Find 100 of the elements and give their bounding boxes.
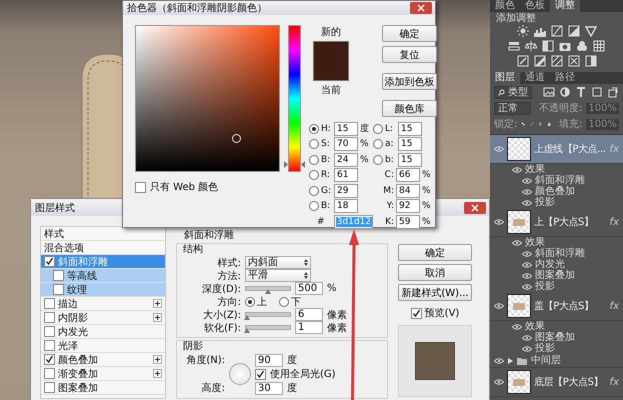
dialog-button[interactable]: 确定 [398,244,472,261]
balance-icon[interactable] [525,40,537,52]
slider-thumb[interactable] [265,289,271,294]
radio-button[interactable] [309,201,319,212]
checkbox[interactable] [44,312,55,323]
image-filter-icon[interactable] [543,86,555,98]
circle-filter-icon[interactable] [559,86,571,98]
style-list-item[interactable]: 内发光 [41,325,165,339]
eye-icon[interactable] [522,272,532,278]
gradient-square-icon[interactable] [534,55,546,67]
diagonal-square-icon[interactable] [550,55,562,67]
half-square-icon[interactable] [542,40,554,52]
dialog-button[interactable]: 添加到色板 [382,73,437,90]
slider-track[interactable] [245,312,291,317]
sun-icon[interactable] [516,25,528,37]
filter-dropdown[interactable]: 类型 [494,86,532,98]
layer-row[interactable]: 上【P大点S】 fx [490,208,623,237]
checkbox[interactable] [44,340,55,351]
checkbox[interactable] [44,326,55,337]
plus-icon[interactable] [153,313,162,322]
color-marker[interactable] [232,134,241,143]
eye-icon[interactable] [494,146,504,152]
eye-icon[interactable] [494,358,504,364]
close-icon[interactable] [464,202,486,214]
blend-mode-dropdown[interactable]: 正常 [494,102,532,114]
style-list-item[interactable]: 纹理 [41,283,165,297]
radio-button[interactable] [245,296,255,306]
radio-button[interactable] [373,139,383,150]
eye-icon[interactable] [512,166,522,172]
checkbox[interactable] [44,354,55,365]
panel-tab[interactable]: 图层 [490,72,520,84]
input-field[interactable]: 84 [396,184,420,198]
style-list-item[interactable]: 等高线 [41,269,165,283]
effects-badge[interactable]: fx [610,376,621,388]
radio-button[interactable] [309,186,319,196]
input-field[interactable]: 70 [334,137,358,152]
color-field[interactable] [135,25,280,172]
close-icon[interactable] [410,2,432,14]
slider-thumb[interactable] [244,315,250,320]
eye-icon[interactable] [522,346,532,352]
checkbox[interactable] [44,298,55,309]
checkbox[interactable] [410,308,422,318]
dialog-button[interactable]: 新建样式(W)... [398,284,472,301]
caret-icon[interactable] [508,358,513,364]
input-field[interactable]: 15 [398,137,422,152]
smart-object-filter-icon[interactable] [607,86,619,98]
input-field[interactable]: 500 [295,282,323,295]
effects-badge[interactable]: fx [610,216,621,228]
eye-icon[interactable] [522,250,532,256]
radio-button[interactable] [279,296,289,306]
panel-tab[interactable]: 通道 [520,72,550,84]
plus-icon[interactable] [153,299,162,308]
eye-icon[interactable] [522,200,532,206]
gradient-bar-icon[interactable] [584,55,596,67]
dialog-button[interactable]: 颜色库 [382,100,437,117]
circles-icon[interactable] [576,40,588,52]
slider-thumb[interactable] [244,328,250,333]
input-field[interactable]: 24 [334,152,358,167]
eye-icon[interactable] [522,334,532,340]
style-list-item[interactable]: 图案叠加 [41,381,165,395]
grid-icon[interactable] [593,40,605,52]
style-list-item[interactable]: 颜色叠加 [41,353,165,367]
radio-button[interactable] [309,154,319,165]
eye-icon[interactable] [494,379,504,385]
layer-row[interactable]: 上虚线【P大点... fx [490,135,623,164]
eye-icon[interactable] [522,188,532,194]
input-field[interactable]: 15 [398,152,422,167]
triangle-icon[interactable] [584,25,596,37]
checkbox[interactable] [53,284,64,295]
panel-tab[interactable]: 调整 [550,0,580,12]
input-field[interactable]: 90 [255,354,283,366]
checkbox[interactable] [53,270,64,281]
dialog-button[interactable]: 取消 [398,264,472,281]
panel-tab[interactable]: 色板 [520,0,550,12]
radio-button[interactable] [373,154,383,165]
input-field[interactable]: 61 [334,168,358,182]
eye-icon[interactable] [494,219,504,225]
eye-icon[interactable] [512,324,522,330]
input-field[interactable]: 15 [398,122,422,136]
eye-icon[interactable] [512,240,522,246]
slash-square-icon[interactable] [516,55,528,67]
histogram-icon[interactable] [534,25,546,37]
style-list-item[interactable]: 光泽 [41,339,165,353]
checkbox[interactable] [44,368,55,379]
dialog-button[interactable]: 复位 [382,46,437,63]
group-name[interactable]: 中间层 [531,355,561,366]
slider-track[interactable] [245,286,291,291]
input-field[interactable]: 18 [334,199,358,214]
layer-row[interactable]: 底层【P大点S】 fx [490,368,623,397]
input-field[interactable]: 66 [396,168,420,182]
plus-icon[interactable] [153,369,162,378]
radio-button[interactable] [373,124,383,134]
eye-icon[interactable] [522,262,532,268]
cross-square-icon[interactable] [568,55,580,67]
hue-pointer[interactable] [284,161,305,168]
input-field[interactable]: 92 [396,199,420,214]
checkbox[interactable] [255,368,266,380]
slider-track[interactable] [245,325,291,330]
input-field[interactable]: 29 [334,184,358,198]
dialog-button[interactable]: 确定 [382,25,437,42]
